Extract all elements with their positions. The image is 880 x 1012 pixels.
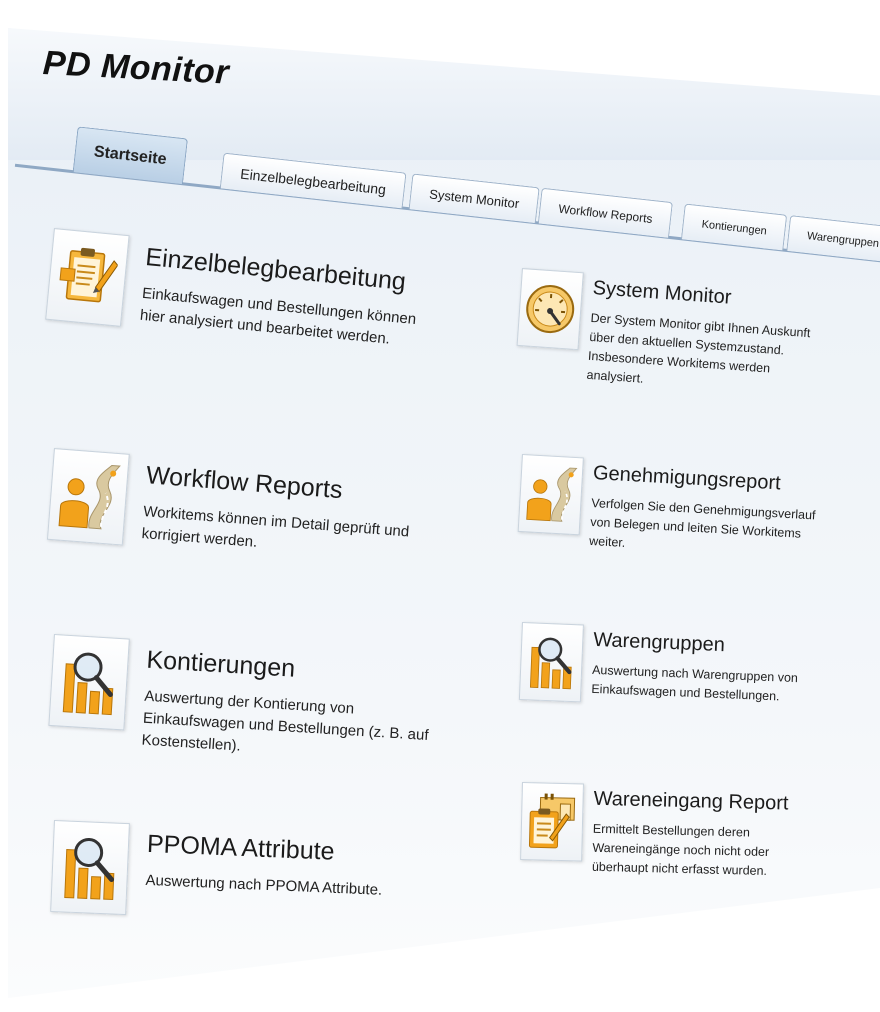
gauge-icon[interactable] bbox=[516, 268, 584, 351]
card-ppoma-attribute: PPOMA Attribute Auswertung nach PPOMA At… bbox=[47, 820, 473, 997]
card-workflow-reports: Workflow Reports Workitems können im Det… bbox=[42, 448, 473, 640]
tab-kontierungen[interactable]: Kontierungen bbox=[680, 203, 788, 251]
card-title[interactable]: PPOMA Attribute bbox=[146, 830, 335, 867]
card-title[interactable]: Kontierungen bbox=[146, 646, 296, 684]
card-description: Auswertung nach PPOMA Attribute. bbox=[145, 871, 383, 899]
person-road-icon[interactable] bbox=[517, 454, 584, 536]
card-genehmigungsreport: Genehmigungsreport Verfolgen Sie den Gen… bbox=[513, 454, 880, 637]
card-description: Auswertung nach Warengruppen von Einkauf… bbox=[591, 662, 799, 704]
chart-magnifier-icon[interactable] bbox=[48, 634, 130, 731]
person-road-icon[interactable] bbox=[46, 448, 130, 546]
card-description: Verfolgen Sie den Genehmigungsverlauf vo… bbox=[588, 495, 816, 550]
card-description: Der System Monitor gibt Ihnen Auskunft ü… bbox=[586, 310, 811, 386]
tab-system-monitor[interactable]: System Monitor bbox=[408, 173, 541, 224]
pd-monitor-window: PD Monitor Startseite Einzelbelegbearbei… bbox=[0, 0, 880, 1012]
warehouse-clipboard-icon[interactable] bbox=[520, 782, 584, 862]
card-title[interactable]: Genehmigungsreport bbox=[592, 462, 781, 495]
card-wareneingang-report: Wareneingang Report Ermittelt Bestellung… bbox=[518, 782, 880, 952]
card-title[interactable]: Wareneingang Report bbox=[593, 788, 788, 816]
card-kontierungen: Kontierungen Auswertung der Kontierung v… bbox=[44, 634, 473, 819]
card-title[interactable]: Workflow Reports bbox=[145, 461, 343, 505]
tab-workflow-reports[interactable]: Workflow Reports bbox=[537, 187, 674, 238]
chart-magnifier-icon[interactable] bbox=[50, 820, 130, 916]
tab-warengruppen[interactable]: Warengruppen bbox=[786, 215, 880, 263]
card-title[interactable]: System Monitor bbox=[592, 277, 732, 310]
chart-magnifier-icon[interactable] bbox=[518, 622, 584, 703]
card-system-monitor: System Monitor Der System Monitor gibt I… bbox=[511, 268, 880, 457]
clipboard-edit-icon[interactable] bbox=[45, 228, 130, 327]
card-warengruppen: Warengruppen Auswertung nach Warengruppe… bbox=[516, 622, 880, 799]
card-title[interactable]: Warengruppen bbox=[593, 629, 725, 657]
card-description: Auswertung der Kontierung von Einkaufswa… bbox=[141, 687, 430, 755]
tab-einzelbelegbearbeitung[interactable]: Einzelbelegbearbeitung bbox=[219, 152, 407, 209]
card-description: Workitems können im Detail geprüft und k… bbox=[141, 503, 410, 551]
card-description: Ermittelt Bestellungen deren Wareneingän… bbox=[591, 821, 770, 879]
